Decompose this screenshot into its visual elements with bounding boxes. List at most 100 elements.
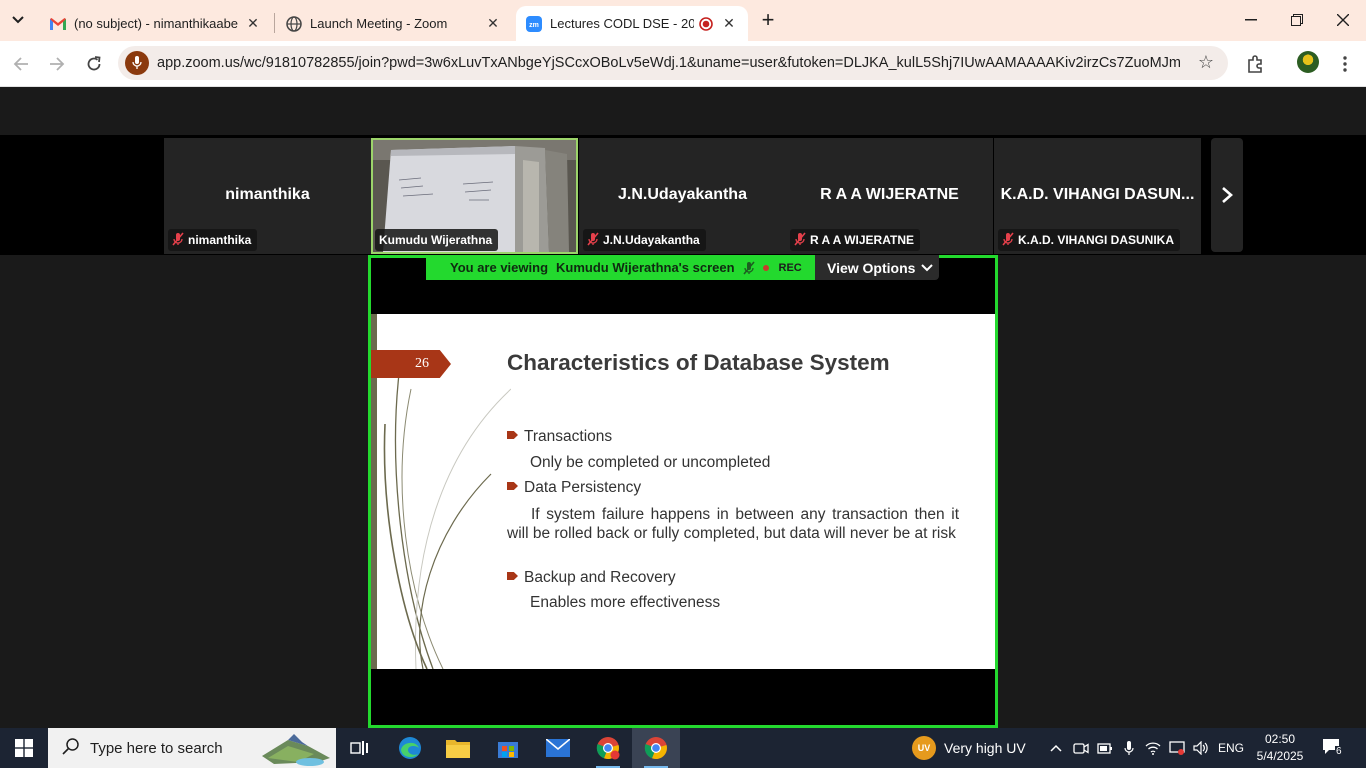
muted-mic-icon: [172, 231, 184, 249]
viewing-name: Kumudu Wijerathna's screen: [556, 260, 735, 275]
battery-icon[interactable]: [1094, 728, 1116, 768]
participant-tile[interactable]: J.N.Udayakantha J.N.Udayakantha: [579, 138, 786, 254]
slide-title: Characteristics of Database System: [507, 350, 890, 375]
participant-name-tag: Kumudu Wijerathna: [375, 229, 499, 251]
participant-name-tag: J.N.Udayakantha: [583, 229, 706, 251]
system-clock[interactable]: 02:50 5/4/2025: [1250, 731, 1310, 765]
back-icon[interactable]: [6, 49, 36, 79]
chevron-down-icon: [921, 263, 934, 271]
tab-search-chevron-icon[interactable]: [4, 6, 32, 34]
clock-time: 02:50: [1264, 732, 1296, 746]
microphone-icon[interactable]: [125, 51, 149, 75]
participant-tag-label: J.N.Udayakantha: [603, 233, 700, 247]
reload-icon[interactable]: [79, 49, 109, 79]
browser-toolbar: app.zoom.us/wc/91810782855/join?pwd=3w6x…: [0, 41, 1366, 87]
weather-widget[interactable]: UV Very high UV: [912, 728, 1026, 768]
chevron-up-icon[interactable]: [1046, 728, 1066, 768]
edge-browser-icon[interactable]: [386, 728, 434, 768]
search-placeholder: Type here to search: [90, 739, 223, 757]
tab-zoom-launch[interactable]: Launch Meeting - Zoom ✕: [276, 6, 512, 41]
windows-start-button[interactable]: [0, 728, 48, 768]
new-tab-icon[interactable]: +: [755, 8, 781, 34]
profile-avatar[interactable]: [1297, 51, 1319, 73]
tab-title: Launch Meeting - Zoom: [310, 16, 448, 31]
tab-lectures-active[interactable]: zm Lectures CODL DSE - 2025 | ✕: [516, 6, 748, 41]
view-options-label: View Options: [827, 259, 916, 276]
chrome-icon[interactable]: [584, 728, 632, 768]
notification-count: 6: [1335, 746, 1343, 757]
participant-display-name: nimanthika: [225, 186, 310, 203]
participant-name-tag: K.A.D. VIHANGI DASUNIKA: [998, 229, 1181, 251]
recording-label: REC: [778, 261, 802, 274]
bullet-arrow-icon: [507, 431, 518, 439]
slide-bullet: Backup and Recovery: [507, 569, 676, 587]
tab-gmail[interactable]: (no subject) - nimanthikaabeyra ✕: [40, 6, 272, 41]
gallery-next-button[interactable]: [1211, 138, 1243, 252]
participant-tag-label: Kumudu Wijerathna: [379, 233, 493, 247]
participant-tile[interactable]: R A A WIJERATNE R A A WIJERATNE: [786, 138, 993, 254]
minimize-icon[interactable]: [1228, 0, 1274, 40]
bullet-heading: Backup and Recovery: [524, 569, 676, 586]
bullet-arrow-icon: [507, 572, 518, 580]
muted-mic-icon: [742, 260, 755, 275]
bullet-heading: Data Persistency: [524, 479, 642, 496]
muted-mic-icon: [587, 231, 599, 249]
viewing-prefix: You are viewing: [450, 260, 549, 275]
bullet-detail: Enables more effectiveness: [530, 594, 721, 611]
participant-name-tag: R A A WIJERATNE: [790, 229, 920, 251]
tab-separator: [274, 13, 275, 33]
address-bar[interactable]: app.zoom.us/wc/91810782855/join?pwd=3w6x…: [118, 46, 1228, 80]
notification-center-button[interactable]: 6: [1322, 738, 1346, 758]
bookmark-star-icon[interactable]: ☆: [1198, 52, 1214, 73]
clock-date: 5/4/2025: [1256, 749, 1304, 763]
windows-logo-icon: [15, 739, 33, 757]
microphone-tray-icon[interactable]: [1118, 728, 1140, 768]
participant-tile[interactable]: nimanthika nimanthika: [164, 138, 371, 254]
tab-title: (no subject) - nimanthikaabeyra: [74, 16, 238, 31]
meet-now-icon[interactable]: [1070, 728, 1092, 768]
task-view-icon[interactable]: [336, 728, 384, 768]
recording-dot-icon: [762, 264, 769, 271]
presentation-slide: 26 Characteristics of Database System Tr…: [371, 314, 995, 669]
svg-text:zm: zm: [529, 22, 539, 29]
mail-icon[interactable]: [534, 728, 582, 768]
muted-mic-icon: [794, 231, 806, 249]
tab-title: Lectures CODL DSE - 2025 |: [550, 16, 694, 31]
zoom-header-area: [0, 87, 1366, 135]
tab-close-icon[interactable]: ✕: [244, 15, 262, 33]
forward-icon[interactable]: [42, 49, 72, 79]
restore-icon[interactable]: [1274, 0, 1320, 40]
close-window-icon[interactable]: [1320, 0, 1366, 40]
language-indicator[interactable]: ENG: [1214, 728, 1248, 768]
view-options-button[interactable]: View Options: [815, 255, 939, 280]
search-highlight-image: [262, 734, 330, 766]
slide-bullet: Transactions: [507, 428, 612, 446]
tab-strip: (no subject) - nimanthikaabeyra ✕ Launch…: [0, 0, 1366, 41]
volume-icon[interactable]: [1190, 728, 1212, 768]
participant-display-name: R A A WIJERATNE: [820, 186, 959, 203]
screen-share-tray-icon[interactable]: [1166, 728, 1188, 768]
participant-display-name: J.N.Udayakantha: [618, 186, 747, 203]
participant-tile[interactable]: K.A.D. VIHANGI DASUN... K.A.D. VIHANGI D…: [994, 138, 1201, 254]
wifi-icon[interactable]: [1142, 728, 1164, 768]
bullet-detail: If system failure happens in between any…: [507, 506, 959, 542]
menu-dots-icon[interactable]: [1332, 51, 1358, 77]
microsoft-store-icon[interactable]: [484, 728, 532, 768]
chrome-active-icon[interactable]: [632, 728, 680, 768]
taskbar-search-input[interactable]: Type here to search: [48, 728, 336, 768]
windows-taskbar: Type here to search UV Very high UV ENG …: [0, 728, 1366, 768]
slide-number: 26: [371, 350, 451, 378]
participant-tag-label: nimanthika: [188, 233, 252, 247]
recording-icon: [698, 16, 714, 32]
tab-close-icon[interactable]: ✕: [720, 15, 738, 33]
url-text[interactable]: app.zoom.us/wc/91810782855/join?pwd=3w6x…: [157, 55, 1182, 71]
muted-mic-icon: [1002, 231, 1014, 249]
tab-close-icon[interactable]: ✕: [484, 15, 502, 33]
participant-name-tag: nimanthika: [168, 229, 258, 251]
participant-display-name: K.A.D. VIHANGI DASUN...: [1000, 186, 1195, 203]
file-explorer-icon[interactable]: [434, 728, 482, 768]
gmail-icon: [50, 16, 66, 32]
extensions-icon[interactable]: [1242, 51, 1268, 77]
viewing-banner: You are viewing Kumudu Wijerathna's scre…: [426, 255, 815, 280]
participant-video-tile[interactable]: Kumudu Wijerathna: [371, 138, 578, 254]
